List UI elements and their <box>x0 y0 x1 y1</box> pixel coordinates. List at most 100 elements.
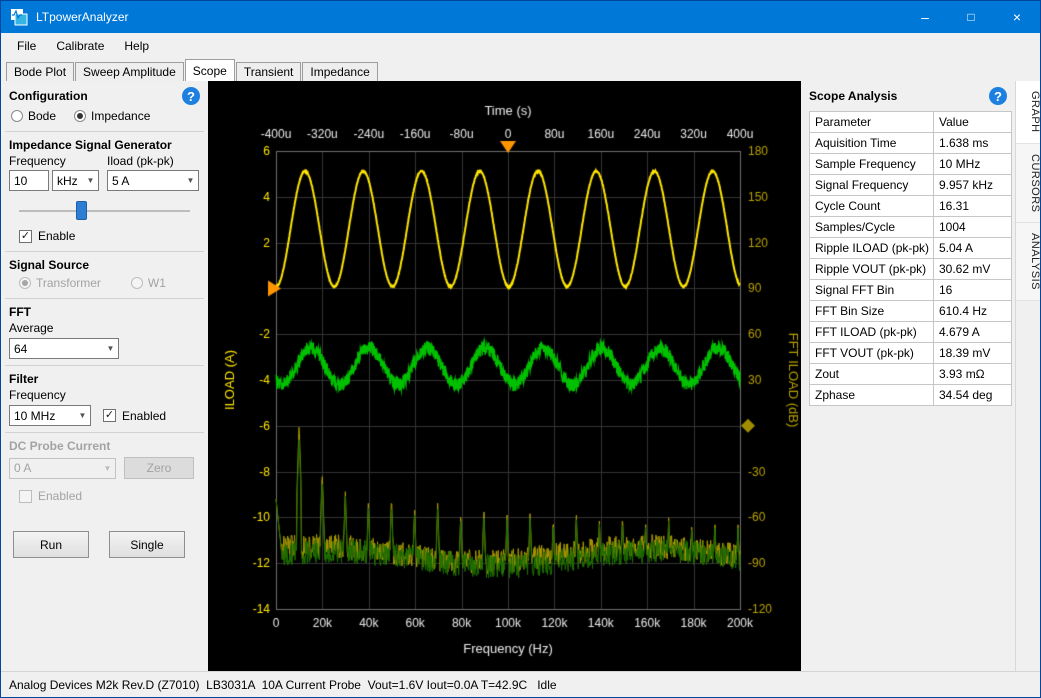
parameter-cell: Signal Frequency <box>810 175 934 196</box>
dc-probe-title: DC Probe Current <box>9 439 110 453</box>
value-cell: 18.39 mV <box>934 343 1012 364</box>
generator-title: Impedance Signal Generator <box>9 138 172 152</box>
scope-plot[interactable] <box>208 81 801 673</box>
menu-item-file[interactable]: File <box>7 33 46 59</box>
configuration-section: Configuration ? Bode Impedance <box>1 81 208 131</box>
dc-probe-current-select[interactable]: 0 A ▼ <box>9 458 116 479</box>
table-row: FFT ILOAD (pk-pk)4.679 A <box>810 322 1012 343</box>
transformer-radio-label: Transformer <box>36 276 101 290</box>
bode-radio-circle <box>11 110 23 122</box>
parameter-cell: Zphase <box>810 385 934 406</box>
filter-checkbox-box: ✓ <box>103 409 116 422</box>
value-cell: 4.679 A <box>934 322 1012 343</box>
tab-scope[interactable]: Scope <box>185 59 235 81</box>
signal-source-section: Signal Source Transformer W1 <box>1 252 208 298</box>
zero-button[interactable]: Zero <box>124 457 194 479</box>
value-cell: 34.54 deg <box>934 385 1012 406</box>
tab-impedance[interactable]: Impedance <box>302 62 377 81</box>
single-button[interactable]: Single <box>109 531 185 558</box>
bode-radio-label: Bode <box>28 109 56 123</box>
tab-bode-plot[interactable]: Bode Plot <box>6 62 74 81</box>
scope-plot-area <box>208 81 801 673</box>
amplitude-slider[interactable] <box>15 199 194 223</box>
value-cell: 1004 <box>934 217 1012 238</box>
impedance-radio[interactable]: Impedance <box>74 109 150 123</box>
run-button[interactable]: Run <box>13 531 89 558</box>
status-text: Analog Devices M2k Rev.D (Z7010) LB3031A… <box>9 678 557 692</box>
frequency-label: Frequency <box>9 154 107 168</box>
table-row: Samples/Cycle1004 <box>810 217 1012 238</box>
table-row: Cycle Count16.31 <box>810 196 1012 217</box>
dc-probe-checkbox-label: Enabled <box>38 489 82 503</box>
menu-item-help[interactable]: Help <box>114 33 159 59</box>
w1-radio[interactable]: W1 <box>131 276 166 290</box>
app-window: LTpowerAnalyzer – □ × FileCalibrateHelp … <box>0 0 1041 698</box>
title-bar[interactable]: LTpowerAnalyzer – □ × <box>1 1 1040 33</box>
status-bar: Analog Devices M2k Rev.D (Z7010) LB3031A… <box>1 671 1040 697</box>
column-parameter: Parameter <box>810 112 934 133</box>
frequency-input[interactable] <box>9 170 49 191</box>
filter-section: Filter Frequency 10 MHz ▼ ✓ Enabled <box>1 366 208 432</box>
configuration-title: Configuration <box>9 89 88 103</box>
parameter-cell: FFT ILOAD (pk-pk) <box>810 322 934 343</box>
dc-probe-current-value: 0 A <box>10 461 100 475</box>
enable-checkbox-label: Enable <box>38 229 75 243</box>
minimize-button[interactable]: – <box>902 1 948 33</box>
chevron-down-icon: ▼ <box>103 344 118 353</box>
average-select[interactable]: 64 ▼ <box>9 338 119 359</box>
side-tab-graph[interactable]: GRAPH <box>1016 81 1041 144</box>
chevron-down-icon: ▼ <box>100 464 115 473</box>
side-tab-analysis[interactable]: ANALYSIS <box>1016 223 1041 301</box>
run-button-row: Run Single <box>13 531 208 558</box>
maximize-button[interactable]: □ <box>948 1 994 33</box>
bode-radio[interactable]: Bode <box>11 109 56 123</box>
analysis-help-icon[interactable]: ? <box>989 87 1007 105</box>
frequency-unit-value: kHz <box>53 174 83 188</box>
enable-checkbox-box: ✓ <box>19 230 32 243</box>
value-cell: 610.4 Hz <box>934 301 1012 322</box>
value-cell: 16 <box>934 280 1012 301</box>
iload-select[interactable]: 5 A ▼ <box>107 170 199 191</box>
table-row: Zphase34.54 deg <box>810 385 1012 406</box>
tab-transient[interactable]: Transient <box>236 62 302 81</box>
amplitude-slider-thumb[interactable] <box>76 201 87 220</box>
transformer-radio[interactable]: Transformer <box>19 276 101 290</box>
side-tab-strip: GRAPHCURSORSANALYSIS <box>1015 81 1041 673</box>
filter-checkbox-label: Enabled <box>122 409 166 423</box>
filter-enabled-checkbox[interactable]: ✓ Enabled <box>103 409 166 423</box>
frequency-unit-select[interactable]: kHz ▼ <box>52 170 99 191</box>
analysis-table: Parameter Value Aquisition Time1.638 msS… <box>809 111 1012 406</box>
close-button[interactable]: × <box>994 1 1040 33</box>
filter-frequency-select[interactable]: 10 MHz ▼ <box>9 405 91 426</box>
table-row: FFT VOUT (pk-pk)18.39 mV <box>810 343 1012 364</box>
generator-enable-checkbox[interactable]: ✓ Enable <box>19 229 200 243</box>
impedance-radio-circle <box>74 110 86 122</box>
parameter-cell: Zout <box>810 364 934 385</box>
value-cell: 10 MHz <box>934 154 1012 175</box>
tab-sweep-amplitude[interactable]: Sweep Amplitude <box>75 62 184 81</box>
signal-source-title: Signal Source <box>9 258 89 272</box>
tab-bar: Bode PlotSweep AmplitudeScopeTransientIm… <box>1 59 1040 81</box>
value-cell: 16.31 <box>934 196 1012 217</box>
configuration-help-icon[interactable]: ? <box>182 87 200 105</box>
table-row: Ripple VOUT (pk-pk)30.62 mV <box>810 259 1012 280</box>
chevron-down-icon: ▼ <box>183 176 198 185</box>
value-cell: 3.93 mΩ <box>934 364 1012 385</box>
value-cell: 30.62 mV <box>934 259 1012 280</box>
average-label: Average <box>9 321 200 335</box>
app-icon <box>10 8 28 26</box>
iload-label: Iload (pk-pk) <box>107 154 174 168</box>
table-row: Signal FFT Bin16 <box>810 280 1012 301</box>
filter-frequency-label: Frequency <box>9 388 200 402</box>
average-value: 64 <box>10 342 103 356</box>
menu-item-calibrate[interactable]: Calibrate <box>46 33 114 59</box>
iload-value: 5 A <box>108 174 183 188</box>
impedance-generator-section: Impedance Signal Generator Frequency Ilo… <box>1 132 208 251</box>
transformer-radio-circle <box>19 277 31 289</box>
chevron-down-icon: ▼ <box>83 176 98 185</box>
parameter-cell: FFT Bin Size <box>810 301 934 322</box>
parameter-cell: Cycle Count <box>810 196 934 217</box>
table-row: Zout3.93 mΩ <box>810 364 1012 385</box>
side-tab-cursors[interactable]: CURSORS <box>1016 144 1041 224</box>
dc-probe-enabled-checkbox[interactable]: Enabled <box>19 489 200 503</box>
